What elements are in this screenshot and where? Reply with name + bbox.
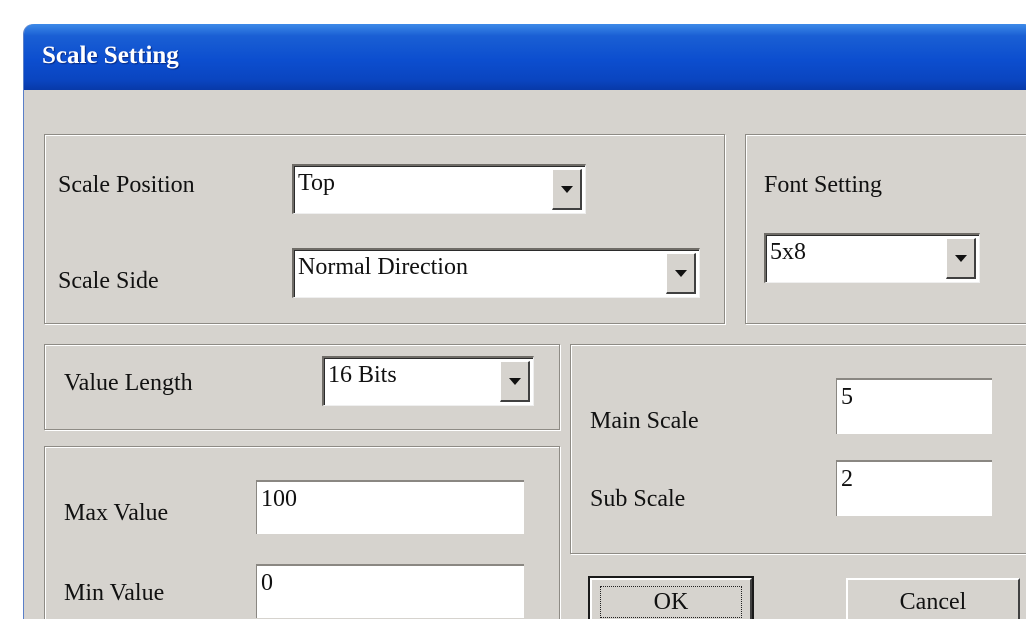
- scale-side-dropdown-button[interactable]: [666, 253, 696, 294]
- cancel-button[interactable]: Cancel: [846, 578, 1020, 619]
- scale-position-combo[interactable]: Top: [292, 164, 586, 214]
- max-value-input[interactable]: 100: [256, 480, 524, 534]
- sub-scale-text: 2: [841, 466, 853, 492]
- dialog-body: Scale Position Top Scale Side Normal Dir…: [28, 90, 1026, 619]
- min-value-label: Min Value: [64, 580, 165, 606]
- value-length-dropdown-button[interactable]: [500, 361, 530, 402]
- value-length-label: Value Length: [64, 370, 193, 396]
- max-value-label: Max Value: [64, 500, 169, 526]
- main-scale-input[interactable]: 5: [836, 378, 992, 434]
- sub-scale-input[interactable]: 2: [836, 460, 992, 516]
- dialog-title: Scale Setting: [42, 42, 179, 69]
- font-setting-value: 5x8: [770, 239, 806, 265]
- chevron-down-icon: [954, 255, 967, 262]
- sub-scale-label: Sub Scale: [590, 486, 686, 512]
- screen: Scale Setting Scale Position Top Scale S…: [0, 0, 1026, 619]
- ok-button-label: OK: [653, 589, 689, 615]
- title-bar[interactable]: Scale Setting: [24, 24, 1026, 90]
- scale-side-value: Normal Direction: [298, 254, 468, 280]
- value-length-combo[interactable]: 16 Bits: [322, 356, 534, 406]
- scale-position-value: Top: [298, 170, 335, 196]
- font-setting-label: Font Setting: [764, 172, 883, 198]
- scale-side-label: Scale Side: [58, 268, 159, 294]
- cancel-button-label: Cancel: [899, 589, 967, 615]
- min-value-text: 0: [261, 570, 273, 596]
- scale-side-combo[interactable]: Normal Direction: [292, 248, 700, 298]
- chevron-down-icon: [560, 186, 573, 193]
- chevron-down-icon: [508, 378, 521, 385]
- value-length-value: 16 Bits: [328, 362, 397, 388]
- main-scale-text: 5: [841, 384, 853, 410]
- scale-position-dropdown-button[interactable]: [552, 169, 582, 210]
- ok-button[interactable]: OK: [588, 576, 754, 619]
- max-value-text: 100: [261, 486, 297, 512]
- scale-setting-dialog: Scale Setting Scale Position Top Scale S…: [24, 24, 1026, 619]
- font-setting-dropdown-button[interactable]: [946, 238, 976, 279]
- main-scale-label: Main Scale: [590, 408, 699, 434]
- scale-values-group: [570, 344, 1026, 554]
- chevron-down-icon: [674, 270, 687, 277]
- font-setting-group: [745, 134, 1026, 324]
- scale-position-label: Scale Position: [58, 172, 195, 198]
- font-setting-combo[interactable]: 5x8: [764, 233, 980, 283]
- min-value-input[interactable]: 0: [256, 564, 524, 618]
